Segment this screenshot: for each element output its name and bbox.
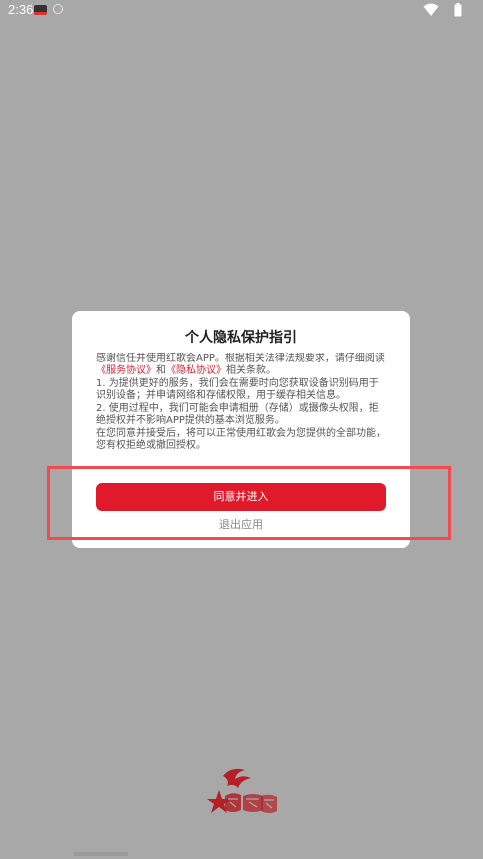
paragraph-3: 在您同意并接受后，将可以正常使用红歌会为您提供的全部功能，您有权拒绝或撤回授权。 xyxy=(96,428,386,449)
battery-icon xyxy=(454,3,462,17)
privacy-agreement-link[interactable]: 《隐私协议》 xyxy=(166,365,226,376)
agree-button[interactable]: 同意并进入 xyxy=(96,483,386,511)
dialog-body: 感谢信任并使用红歌会APP。根据相关法律法规要求，请仔细阅读《服务协议》和《隐私… xyxy=(96,353,386,449)
intro-and: 和 xyxy=(156,365,166,376)
status-time: 2:36 xyxy=(8,2,34,17)
intro-text-1: 感谢信任并使用红歌会APP。根据相关法律法规要求，请仔细阅读 xyxy=(96,353,385,364)
paragraph-1: 1. 为提供更好的服务，我们会在需要时向您获取设备识别码用于识别设备；并申请网络… xyxy=(96,378,379,401)
exit-app-link[interactable]: 退出应用 xyxy=(72,518,410,532)
circle-notification-icon xyxy=(53,4,63,14)
service-agreement-link[interactable]: 《服务协议》 xyxy=(96,365,156,376)
intro-text-2: 相关条款。 xyxy=(226,365,276,376)
privacy-dialog: 个人隐私保护指引 感谢信任并使用红歌会APP。根据相关法律法规要求，请仔细阅读《… xyxy=(72,311,410,548)
footer-divider xyxy=(74,852,128,856)
app-notification-icon xyxy=(34,5,47,15)
paragraph-2: 2. 使用过程中，我们可能会申请相册（存储）或摄像头权限，拒绝授权并不影响APP… xyxy=(96,403,379,426)
wifi-icon xyxy=(423,3,439,16)
status-bar: 2:36 xyxy=(0,0,483,22)
dialog-title: 个人隐私保护指引 xyxy=(185,330,297,346)
hongge-logo-icon xyxy=(207,768,277,813)
intro-paragraph: 感谢信任并使用红歌会APP。根据相关法律法规要求，请仔细阅读《服务协议》和《隐私… xyxy=(96,353,386,377)
